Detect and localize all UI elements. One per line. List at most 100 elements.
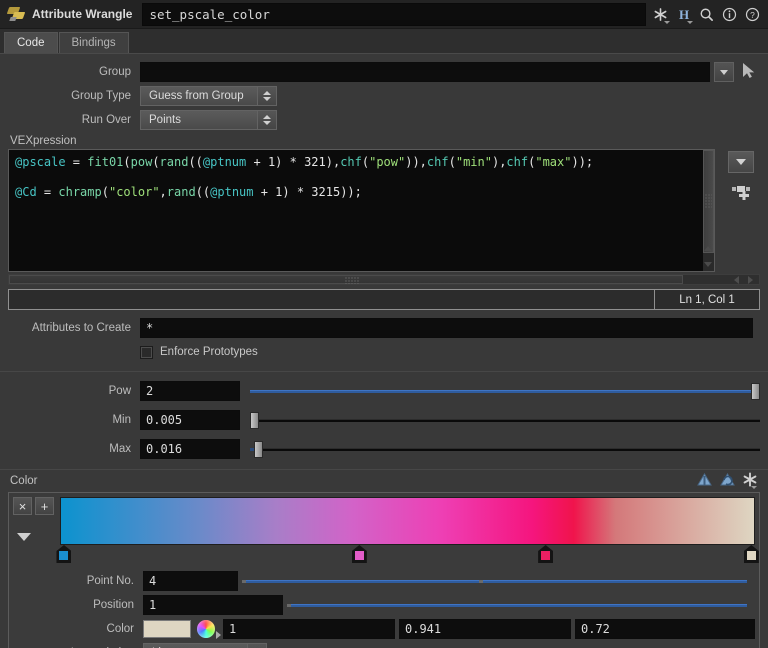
group-type-spinner[interactable] [258,86,277,106]
ramp-marker[interactable] [351,545,367,563]
vexpression-code-editor[interactable]: @pscale = fit01(pow(rand((@ptnum + 1) * … [8,149,716,272]
ramp-marker[interactable] [538,545,554,563]
attributes-to-create-label: Attributes to Create [31,322,131,334]
interpolation-value[interactable]: Linear [143,643,248,648]
group-type-menu[interactable]: Guess from Group [140,86,277,106]
ramp-gradient[interactable] [60,497,755,545]
attributes-to-create-input[interactable]: * [140,318,753,338]
position-input[interactable]: 1 [143,595,283,615]
editor-side-buttons [715,149,760,272]
group-input[interactable] [140,62,710,82]
point-no-slider[interactable] [242,571,747,591]
point-no-row: Point No. 4 [13,569,755,593]
svg-text:H: H [678,7,688,22]
enforce-prototypes-row: Enforce Prototypes [0,340,768,364]
code-content[interactable]: @pscale = fit01(pow(rand((@ptnum + 1) * … [9,150,714,205]
position-slider[interactable] [287,595,747,615]
run-over-row: Run Over Points [0,108,768,132]
status-message [9,290,654,309]
ramp-point-params: Point No. 4 Position 1 Color 1 0.941 0.7… [13,565,755,648]
run-over-menu[interactable]: Points [140,110,277,130]
point-no-input[interactable]: 4 [143,571,238,591]
svg-text:?: ? [750,9,755,19]
run-over-value[interactable]: Points [140,110,258,130]
ramp-options-chevron-down-icon[interactable] [17,533,31,541]
ramp-top: × + [13,497,759,565]
editor-scroll-grip [705,194,713,208]
max-slider[interactable] [250,439,760,459]
search-icon[interactable] [696,4,717,25]
min-input[interactable]: 0.005 [140,410,240,430]
slider-section: Pow 2 Min 0.005 Max 0.016 [0,372,768,461]
color-red-input[interactable]: 1 [223,619,395,639]
run-over-spinner[interactable] [258,110,277,130]
houdini-h-icon[interactable]: H [673,4,694,25]
interpolation-menu[interactable]: Linear [143,643,267,648]
ramp-marker[interactable] [56,545,72,563]
editor-vertical-scrollbar[interactable] [703,150,715,271]
attributes-to-create-row: Attributes to Create * [0,316,768,340]
ramp-load-icon[interactable] [719,472,736,490]
titlebar: Attribute Wrangle set_pscale_color H ? [0,0,768,29]
pow-label: Pow [108,385,131,397]
ramp-preset-icon[interactable] [696,472,713,490]
color-row: Color 1 0.941 0.72 [13,617,755,641]
group-row: Group [0,60,768,84]
delete-point-button[interactable]: × [13,497,32,515]
hscroll-left-arrow[interactable] [734,276,739,284]
min-slider[interactable] [250,410,760,430]
point-no-label: Point No. [86,575,134,587]
asterisk-icon[interactable] [650,4,671,25]
editor-status-bar: Ln 1, Col 1 [8,289,760,310]
ramp-gradient-area[interactable] [56,497,759,565]
tab-code[interactable]: Code [4,32,58,53]
color-green-input[interactable]: 0.941 [399,619,571,639]
enforce-prototypes-checkbox[interactable] [140,345,153,359]
max-label: Max [109,443,131,455]
add-node-parameter-icon[interactable] [731,181,753,204]
group-label: Group [99,66,131,78]
interpolation-spinner[interactable] [248,643,267,648]
hscroll-grip [345,277,359,284]
position-label: Position [93,599,134,611]
editor-menu-dropdown-button[interactable] [728,151,755,173]
top-params: Group Group Type Guess from Group Run Ov… [0,54,768,132]
color-label: Color [106,623,134,635]
vexpression-label: VEXpression [10,135,77,147]
group-type-row: Group Type Guess from Group [0,84,768,108]
ramp-point-controls: × + [13,497,60,565]
ramp-header: Color [0,470,768,492]
pow-slider[interactable] [250,381,760,401]
color-wheel-icon[interactable] [197,620,221,639]
color-swatch[interactable] [143,620,191,638]
attribute-wrangle-panel: Attribute Wrangle set_pscale_color H ? C… [0,0,768,648]
add-point-button[interactable]: + [35,497,54,515]
editor-scroll-down-arrow[interactable] [704,262,713,267]
group-dropdown-button[interactable] [714,62,734,82]
ramp-marker-selected[interactable] [743,545,759,563]
editor-horizontal-scrollbar[interactable] [8,274,760,285]
group-type-value[interactable]: Guess from Group [140,86,258,106]
group-pick-cursor-icon[interactable] [741,62,757,82]
vexpression-editor-wrap: @pscale = fit01(pow(rand((@ptnum + 1) * … [0,149,768,272]
color-blue-input[interactable]: 0.72 [575,619,755,639]
titlebar-icon-group: H ? [648,4,768,25]
max-input[interactable]: 0.016 [140,439,240,459]
run-over-label: Run Over [81,114,131,126]
min-label: Min [112,414,131,426]
tab-bar: Code Bindings [0,29,768,54]
help-icon[interactable]: ? [742,4,763,25]
hscroll-right-arrow[interactable] [748,276,753,284]
tab-bindings[interactable]: Bindings [58,32,129,53]
slider-row: Pow 2 [0,379,768,403]
attributes-section: Attributes to Create * Enforce Prototype… [0,310,768,364]
ramp-marker-lane[interactable] [56,545,759,565]
info-icon[interactable] [719,4,740,25]
position-row: Position 1 [13,593,755,617]
gear-icon[interactable] [742,472,758,490]
node-name-input[interactable]: set_pscale_color [142,2,646,26]
pow-input[interactable]: 2 [140,381,240,401]
interpolation-row: Interpolation Linear [13,641,755,648]
cursor-position-indicator: Ln 1, Col 1 [654,290,759,309]
editor-scroll-up-arrow[interactable] [704,246,713,251]
